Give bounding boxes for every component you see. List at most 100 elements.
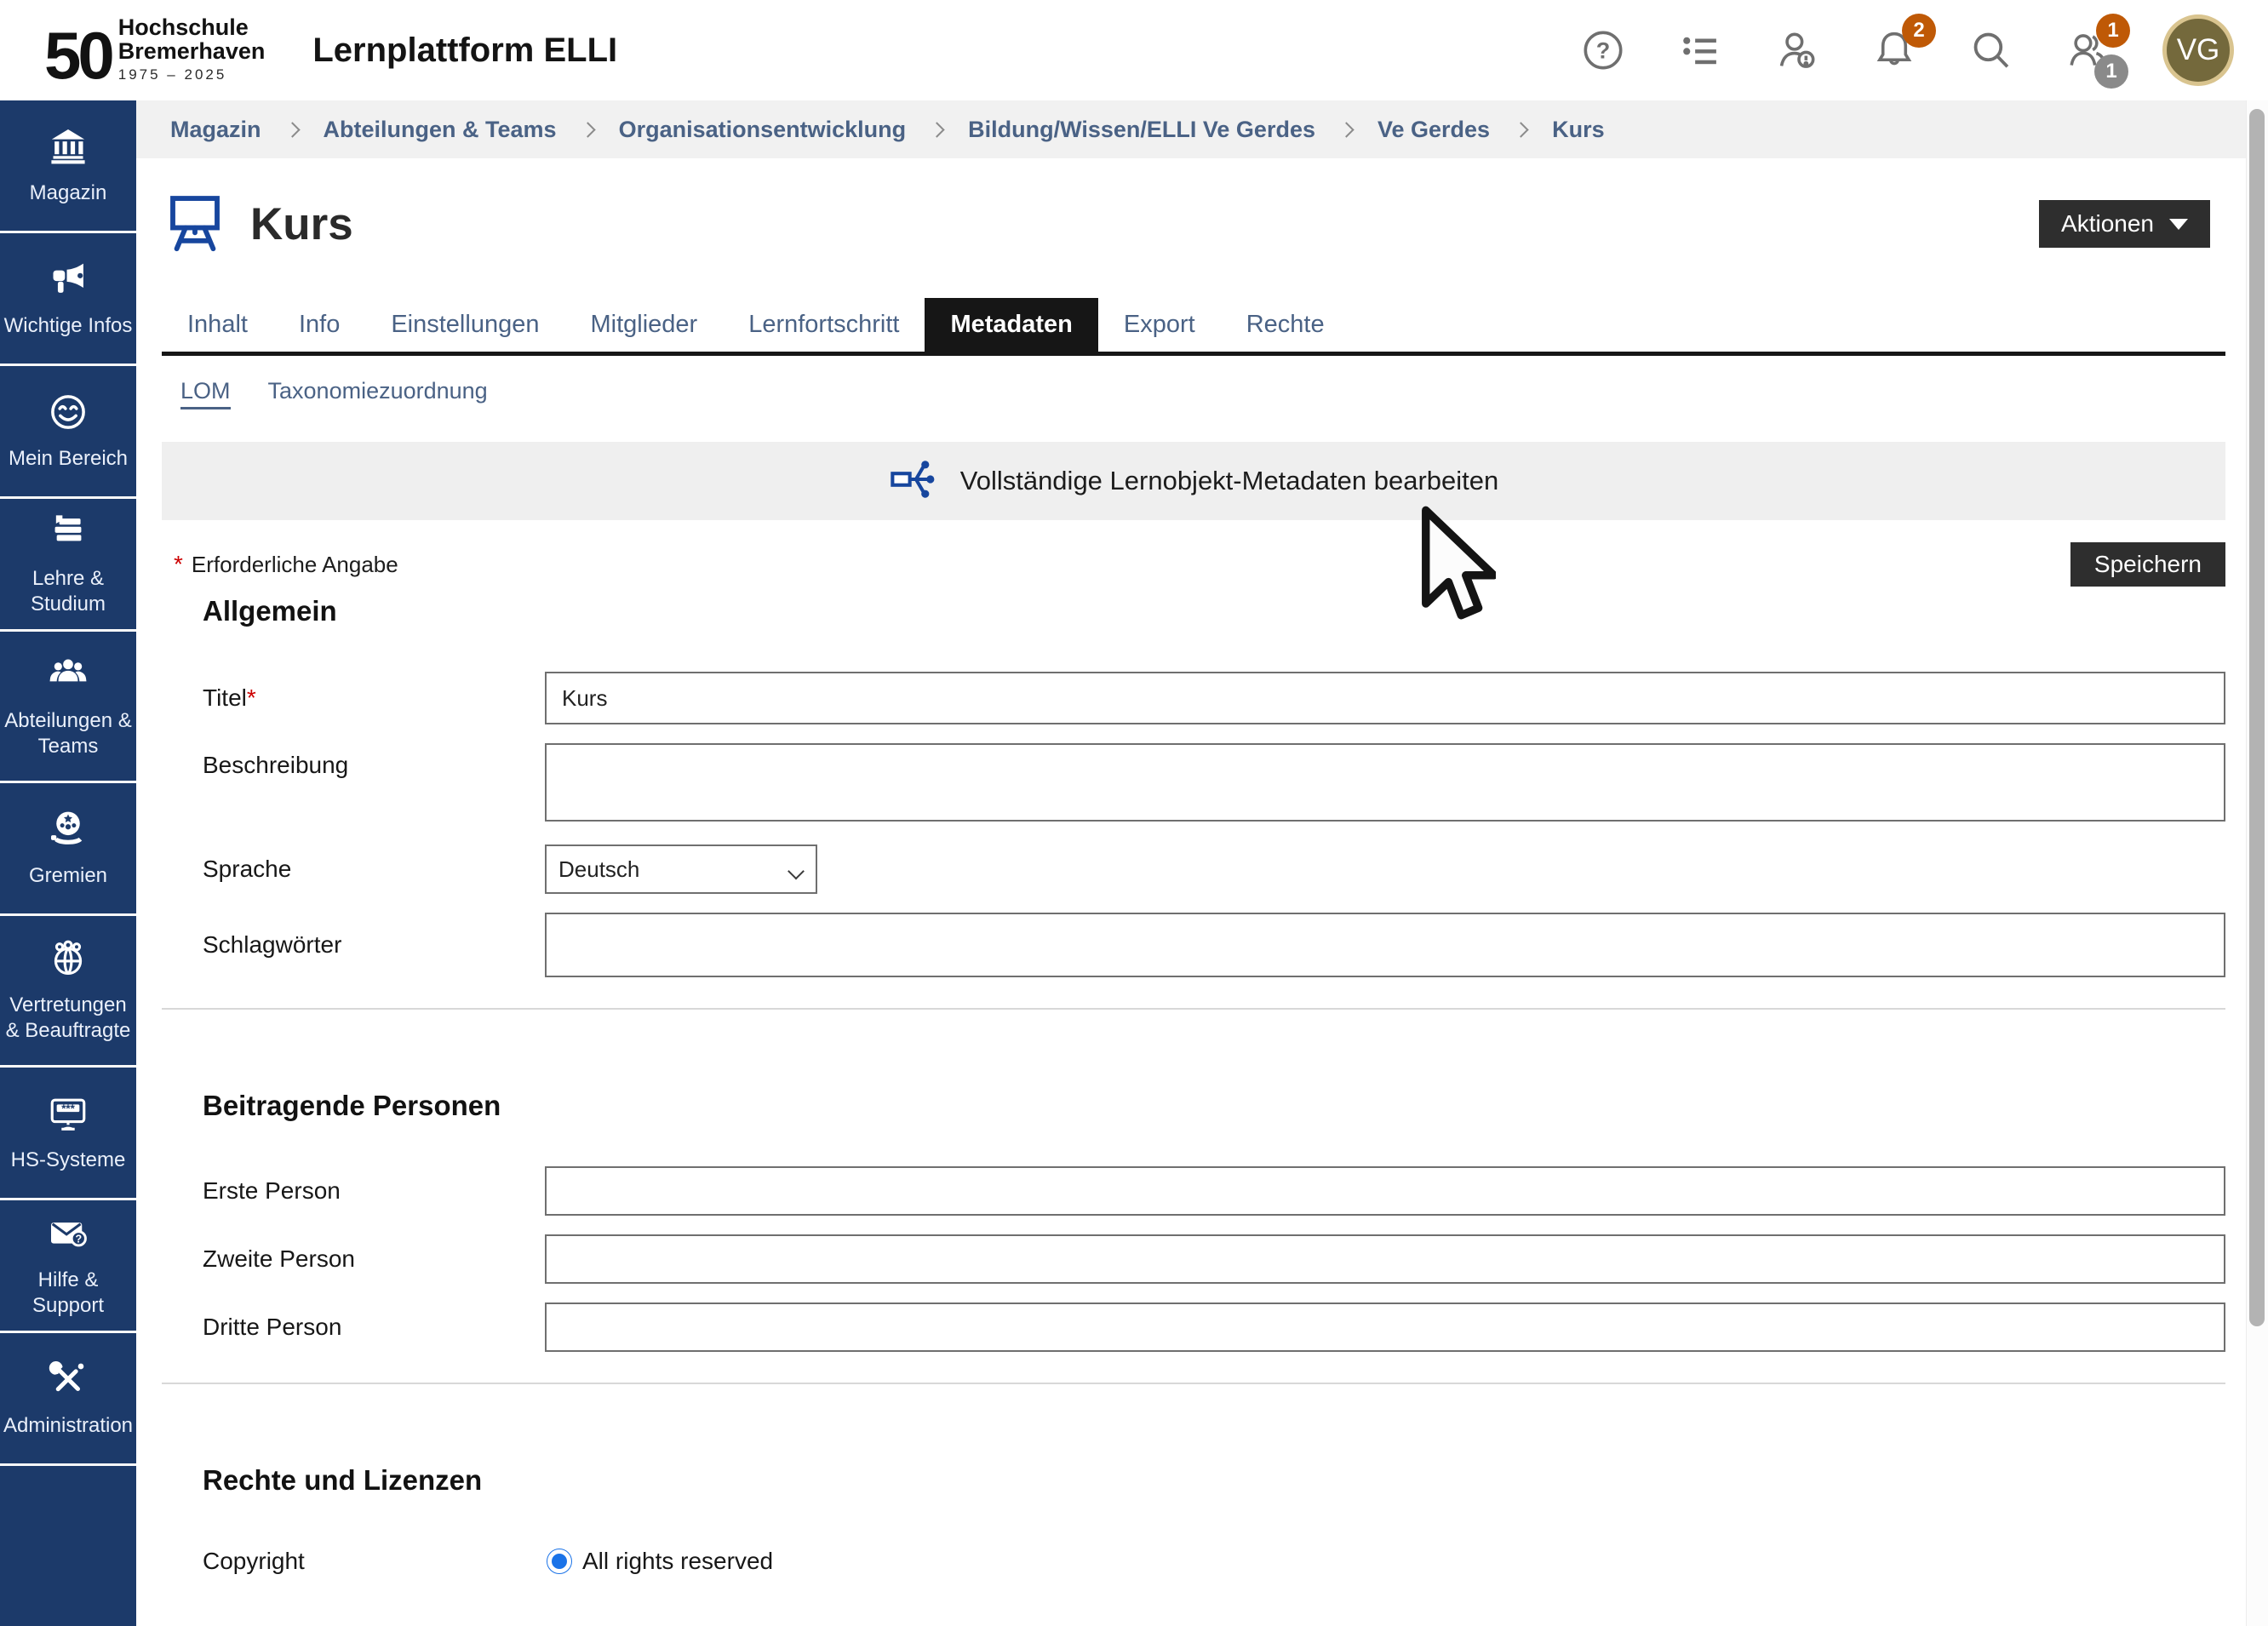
section-heading-beitragende: Beitragende Personen	[203, 1090, 2225, 1122]
main-content: Magazin Abteilungen & Teams Organisation…	[136, 100, 2268, 1626]
page-title: Kurs	[250, 198, 353, 250]
books-icon	[47, 511, 89, 566]
logo-years: 1975 – 2025	[118, 67, 266, 82]
sidebar-item-vertretungen-beauftragte[interactable]: Vertretungen & Beauftragte	[0, 916, 136, 1068]
sidebar-item-label: Abteilungen & Teams	[3, 708, 133, 759]
breadcrumb-item[interactable]: Magazin	[170, 117, 261, 143]
field-label-titel: Titel*	[203, 684, 545, 712]
course-easel-icon	[162, 188, 228, 261]
copyright-option-label: All rights reserved	[582, 1548, 773, 1575]
top-header: 50 Hochschule Bremerhaven 1975 – 2025 Le…	[0, 0, 2268, 100]
contacts-badge-count: 1	[2094, 54, 2128, 89]
sprache-select[interactable]: Deutsch	[545, 844, 817, 894]
logo-line2: Bremerhaven	[118, 40, 266, 64]
tab-einstellungen[interactable]: Einstellungen	[365, 298, 564, 352]
search-icon[interactable]	[1968, 27, 2014, 73]
beschreibung-textarea[interactable]	[545, 743, 2225, 822]
chevron-right-icon	[929, 122, 944, 137]
subtab-bar: LOM Taxonomiezuordnung	[180, 378, 2225, 409]
subtab-taxonomiezuordnung[interactable]: Taxonomiezuordnung	[268, 378, 488, 409]
required-asterisk: *	[174, 551, 183, 578]
sidebar-item-abteilungen-teams[interactable]: Abteilungen & Teams	[0, 632, 136, 783]
subtab-lom[interactable]: LOM	[180, 378, 231, 409]
save-button[interactable]: Speichern	[2070, 542, 2225, 587]
sidebar-item-hilfe-support[interactable]: ? Hilfe & Support	[0, 1200, 136, 1333]
breadcrumb-item[interactable]: Ve Gerdes	[1377, 117, 1490, 143]
sidebar-item-hs-systeme[interactable]: *** HS-Systeme	[0, 1068, 136, 1200]
tools-icon	[47, 1358, 89, 1413]
titel-input[interactable]	[545, 672, 2225, 724]
banner-label: Vollständige Lernobjekt-Metadaten bearbe…	[960, 466, 1499, 496]
sidebar-item-label: Vertretungen & Beauftragte	[3, 993, 133, 1044]
tab-inhalt[interactable]: Inhalt	[162, 298, 273, 352]
scrollbar-thumb[interactable]	[2249, 109, 2265, 1326]
breadcrumb-item[interactable]: Kurs	[1552, 117, 1605, 143]
zweite-person-input[interactable]	[545, 1234, 2225, 1284]
bell-badge: 2	[1902, 14, 1936, 48]
tab-export[interactable]: Export	[1098, 298, 1221, 352]
edit-full-metadata-banner[interactable]: Vollständige Lernobjekt-Metadaten bearbe…	[162, 442, 2225, 520]
chevron-right-icon	[1338, 122, 1354, 137]
dritte-person-input[interactable]	[545, 1303, 2225, 1352]
field-label-sprache: Sprache	[203, 856, 545, 883]
user-availability-icon[interactable]	[1774, 27, 1820, 73]
sidebar-item-label: HS-Systeme	[11, 1148, 126, 1173]
globe-people-icon	[47, 937, 89, 993]
contacts-icon[interactable]: 1 1	[2065, 27, 2111, 73]
sidebar-item-mein-bereich[interactable]: Mein Bereich	[0, 366, 136, 499]
section-heading-allgemein: Allgemein	[203, 595, 2225, 627]
section-divider	[162, 1008, 2225, 1010]
field-label-dritte-person: Dritte Person	[203, 1314, 545, 1341]
sidebar-item-label: Hilfe & Support	[3, 1268, 133, 1319]
breadcrumb-item[interactable]: Organisationsentwicklung	[619, 117, 907, 143]
sidebar-item-lehre-studium[interactable]: Lehre & Studium	[0, 499, 136, 632]
field-label-zweite-person: Zweite Person	[203, 1245, 545, 1273]
field-label-copyright: Copyright	[203, 1548, 545, 1575]
copyright-radio[interactable]	[547, 1549, 572, 1574]
sidebar-item-magazin[interactable]: Magazin	[0, 100, 136, 233]
field-label-schlagwoerter: Schlagwörter	[203, 931, 545, 959]
sidebar-item-wichtige-infos[interactable]: Wichtige Infos	[0, 233, 136, 366]
chevron-right-icon	[284, 122, 300, 137]
logo-50-glyph: 50	[44, 27, 112, 83]
sidebar-item-label: Wichtige Infos	[4, 313, 133, 339]
svg-text:?: ?	[75, 1233, 82, 1245]
monitor-icon: ***	[47, 1092, 89, 1148]
schlagwoerter-input[interactable]	[545, 913, 2225, 977]
field-label-beschreibung: Beschreibung	[203, 743, 545, 779]
people-group-icon	[47, 653, 89, 708]
sidebar-item-label: Mein Bereich	[9, 446, 128, 472]
tab-lernfortschritt[interactable]: Lernfortschritt	[723, 298, 925, 352]
committee-icon	[47, 808, 89, 863]
svg-text:***: ***	[61, 1102, 75, 1114]
sidebar-item-administration[interactable]: Administration	[0, 1333, 136, 1466]
section-heading-rechte: Rechte und Lizenzen	[203, 1464, 2225, 1497]
actions-button[interactable]: Aktionen	[2039, 200, 2210, 248]
chevron-down-icon	[2169, 219, 2188, 230]
todo-list-icon[interactable]	[1677, 27, 1723, 73]
metadata-share-icon	[889, 455, 938, 508]
sidebar-item-label: Administration	[3, 1413, 133, 1439]
logo-line1: Hochschule	[118, 16, 266, 40]
tab-bar: Inhalt Info Einstellungen Mitglieder Ler…	[162, 298, 2225, 356]
sidebar-item-gremien[interactable]: Gremien	[0, 783, 136, 916]
main-sidebar: Magazin Wichtige Infos Mein Bereich Lehr…	[0, 100, 136, 1626]
smiley-icon	[47, 391, 89, 446]
notification-bell-icon[interactable]: 2	[1871, 27, 1917, 73]
tab-mitglieder[interactable]: Mitglieder	[564, 298, 723, 352]
tab-info[interactable]: Info	[273, 298, 365, 352]
tab-metadaten[interactable]: Metadaten	[925, 298, 1097, 352]
breadcrumb: Magazin Abteilungen & Teams Organisation…	[136, 100, 2268, 158]
sidebar-item-label: Gremien	[29, 863, 107, 889]
breadcrumb-item[interactable]: Bildung/Wissen/ELLI Ve Gerdes	[968, 117, 1315, 143]
mail-question-icon: ?	[47, 1212, 89, 1268]
erste-person-input[interactable]	[545, 1166, 2225, 1216]
svg-text:?: ?	[1596, 37, 1611, 63]
chevron-right-icon	[1513, 122, 1528, 137]
bank-icon	[47, 125, 89, 180]
required-note: Erforderliche Angabe	[192, 552, 398, 578]
tab-rechte[interactable]: Rechte	[1221, 298, 1350, 352]
help-icon[interactable]: ?	[1580, 27, 1626, 73]
user-avatar[interactable]: VG	[2162, 14, 2234, 86]
breadcrumb-item[interactable]: Abteilungen & Teams	[324, 117, 557, 143]
